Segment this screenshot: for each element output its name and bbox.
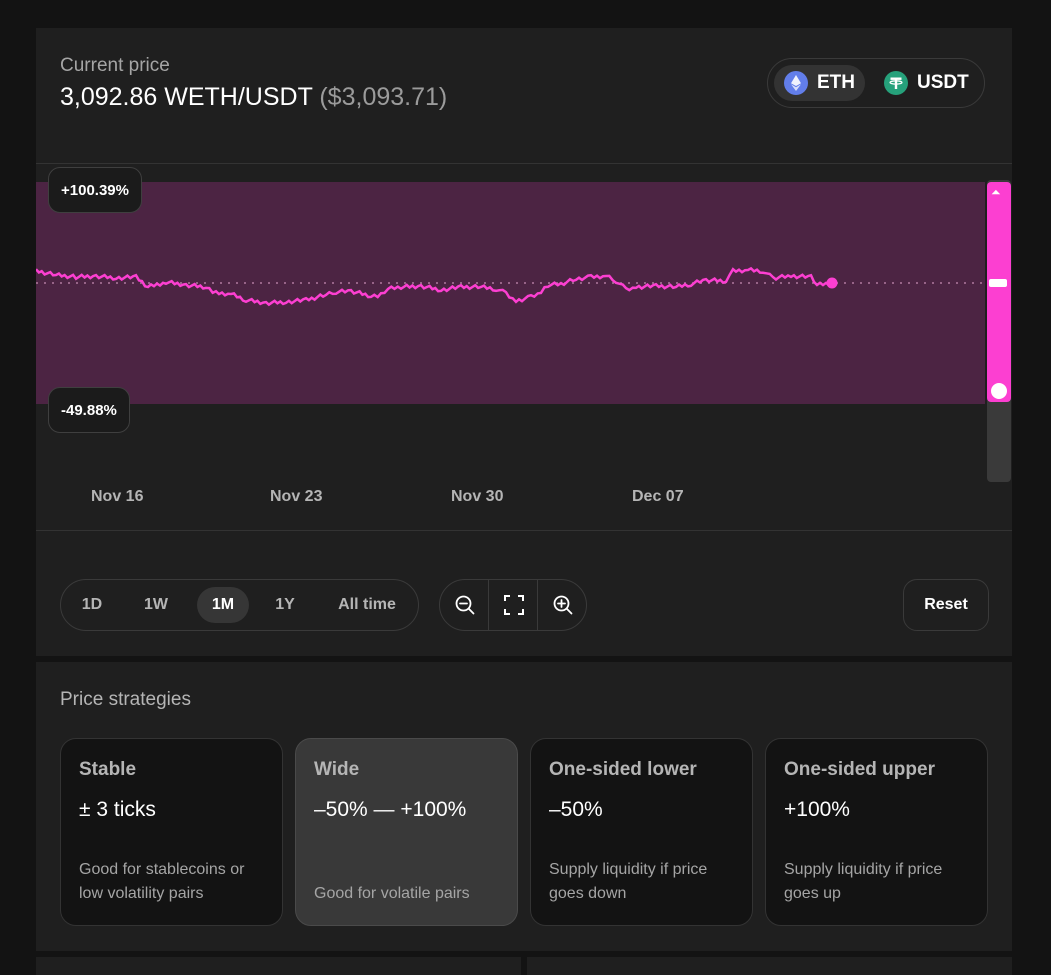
timeframe-1d-button[interactable]: 1D	[69, 587, 115, 623]
strategy-card-one-sided-lower[interactable]: One-sided lower –50% Supply liquidity if…	[530, 738, 753, 926]
strategy-range: +100%	[784, 798, 850, 821]
strategy-card-stable[interactable]: Stable ± 3 ticks Good for stablecoins or…	[60, 738, 283, 926]
price-chart[interactable]	[36, 168, 1012, 468]
token-toggle: ETH USDT	[767, 58, 985, 108]
timeframe-selector: 1D 1W 1M 1Y All time	[60, 579, 419, 631]
fit-screen-button[interactable]	[489, 580, 538, 630]
upper-range-badge: +100.39%	[48, 167, 142, 213]
price-pair-value: 3,092.86 WETH/USDT	[60, 83, 313, 111]
strategy-card-wide[interactable]: Wide –50% — +100% Good for volatile pair…	[295, 738, 518, 926]
zoom-out-icon	[455, 595, 474, 615]
bottom-panel-right	[527, 957, 1012, 975]
zoom-in-icon	[553, 595, 572, 615]
usdt-icon	[884, 71, 908, 95]
current-price-value: 3,092.86 WETH/USDT ($3,093.71)	[60, 83, 447, 112]
token-eth-label: ETH	[817, 72, 855, 93]
timeframe-1y-button[interactable]: 1Y	[265, 587, 305, 623]
bottom-panel-left	[36, 957, 521, 975]
timeframe-1m-button[interactable]: 1M	[197, 587, 249, 623]
upper-handle-icon[interactable]: ⏶	[991, 186, 1001, 198]
token-eth-button[interactable]: ETH	[774, 65, 865, 101]
x-axis-tick: Nov 30	[451, 488, 504, 505]
lower-range-handle[interactable]	[988, 380, 1010, 402]
strategy-description: Supply liquidity if price goes up	[784, 861, 943, 902]
strategy-title: Wide	[314, 759, 360, 780]
x-axis-tick: Dec 07	[632, 488, 684, 505]
x-axis-tick: Nov 16	[91, 488, 144, 505]
chart-divider	[36, 530, 1012, 531]
strategy-range: ± 3 ticks	[79, 798, 156, 821]
price-range-panel: Current price 3,092.86 WETH/USDT ($3,093…	[36, 28, 1012, 656]
price-usd-value: ($3,093.71)	[319, 83, 448, 111]
zoom-controls	[439, 579, 587, 631]
strategy-title: One-sided lower	[549, 759, 697, 780]
zoom-out-button[interactable]	[440, 580, 489, 630]
strategy-description: Good for volatile pairs	[314, 885, 470, 902]
range-slider-mid-handle[interactable]	[989, 279, 1007, 287]
strategy-card-one-sided-upper[interactable]: One-sided upper +100% Supply liquidity i…	[765, 738, 988, 926]
price-range-band	[36, 182, 985, 404]
x-axis-tick: Nov 23	[270, 488, 323, 505]
strategy-range: –50%	[549, 798, 603, 821]
strategy-title: One-sided upper	[784, 759, 935, 780]
strategy-description: Supply liquidity if price goes down	[549, 861, 708, 902]
price-strategies-title: Price strategies	[60, 689, 191, 710]
current-price-label: Current price	[60, 55, 170, 76]
timeframe-all-time-button[interactable]: All time	[323, 587, 411, 623]
zoom-in-button[interactable]	[538, 580, 586, 630]
fit-screen-icon	[503, 595, 524, 615]
timeframe-1w-button[interactable]: 1W	[131, 587, 181, 623]
range-slider-fill	[987, 182, 1011, 402]
token-usdt-button[interactable]: USDT	[874, 65, 979, 101]
strategy-description: Good for stablecoins or low volatility p…	[79, 861, 245, 902]
header-divider	[36, 163, 1012, 164]
token-usdt-label: USDT	[917, 72, 969, 93]
strategy-range: –50% — +100%	[314, 798, 467, 821]
strategy-title: Stable	[79, 759, 137, 780]
reset-button[interactable]: Reset	[903, 579, 989, 631]
price-strategies-panel: Price strategies Stable ± 3 ticks Good f…	[36, 662, 1012, 951]
lower-range-badge: -49.88%	[48, 387, 130, 433]
current-price-dot	[826, 277, 838, 289]
eth-icon	[784, 71, 808, 95]
